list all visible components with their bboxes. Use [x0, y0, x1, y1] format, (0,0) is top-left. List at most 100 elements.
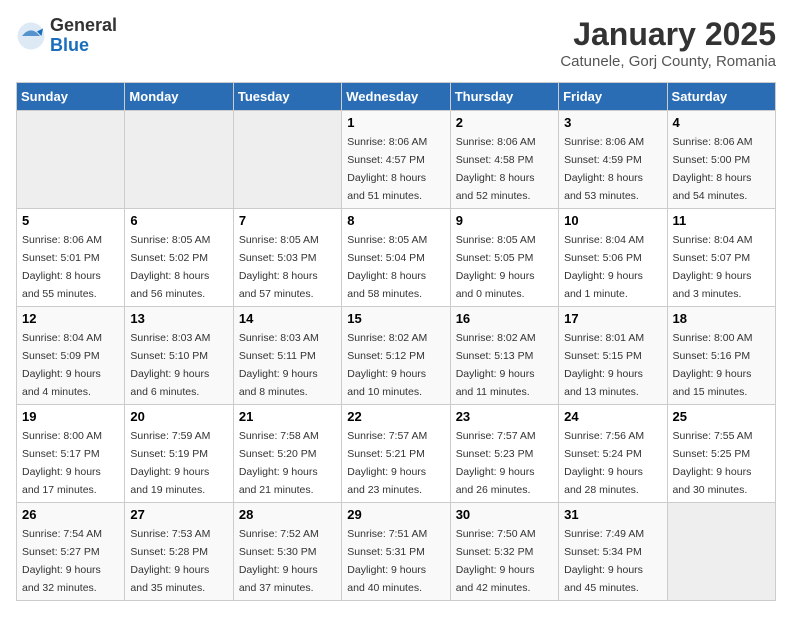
day-number: 14: [239, 311, 336, 326]
day-cell: 1 Sunrise: 8:06 AM Sunset: 4:57 PM Daylig…: [342, 111, 450, 209]
day-info: Sunrise: 8:06 AM Sunset: 5:00 PM Dayligh…: [673, 136, 753, 202]
day-cell: 29 Sunrise: 7:51 AM Sunset: 5:31 PM Dayli…: [342, 503, 450, 601]
day-info: Sunrise: 8:06 AM Sunset: 5:01 PM Dayligh…: [22, 234, 102, 300]
header-thursday: Thursday: [450, 83, 558, 111]
day-info: Sunrise: 7:54 AM Sunset: 5:27 PM Dayligh…: [22, 528, 102, 594]
calendar-header: Sunday Monday Tuesday Wednesday Thursday…: [17, 83, 776, 111]
header-tuesday: Tuesday: [233, 83, 341, 111]
day-cell: 4Sunrise: 8:06 AM Sunset: 5:00 PM Daylig…: [667, 111, 775, 209]
day-info: Sunrise: 8:03 AM Sunset: 5:10 PM Dayligh…: [130, 332, 210, 398]
day-info: Sunrise: 8:02 AM Sunset: 5:13 PM Dayligh…: [456, 332, 536, 398]
day-number: 22: [347, 409, 444, 424]
day-cell: 30 Sunrise: 7:50 AM Sunset: 5:32 PM Dayli…: [450, 503, 558, 601]
header-row: Sunday Monday Tuesday Wednesday Thursday…: [17, 83, 776, 111]
day-number: 30: [456, 507, 553, 522]
day-cell: 25 Sunrise: 7:55 AM Sunset: 5:25 PM Dayli…: [667, 405, 775, 503]
day-cell: [667, 503, 775, 601]
day-cell: 22 Sunrise: 7:57 AM Sunset: 5:21 PM Dayli…: [342, 405, 450, 503]
day-info: Sunrise: 8:06 AM Sunset: 4:58 PM Dayligh…: [456, 136, 536, 202]
day-number: 28: [239, 507, 336, 522]
week-row-3: 12 Sunrise: 8:04 AM Sunset: 5:09 PM Dayli…: [17, 307, 776, 405]
day-cell: 5 Sunrise: 8:06 AM Sunset: 5:01 PM Daylig…: [17, 209, 125, 307]
day-cell: 18 Sunrise: 8:00 AM Sunset: 5:16 PM Dayli…: [667, 307, 775, 405]
day-number: 13: [130, 311, 227, 326]
day-info: Sunrise: 7:53 AM Sunset: 5:28 PM Dayligh…: [130, 528, 210, 594]
day-number: 16: [456, 311, 553, 326]
day-info: Sunrise: 8:06 AM Sunset: 4:59 PM Dayligh…: [564, 136, 644, 202]
day-number: 1: [347, 115, 444, 130]
day-number: 17: [564, 311, 661, 326]
day-info: Sunrise: 8:05 AM Sunset: 5:03 PM Dayligh…: [239, 234, 319, 300]
day-info: Sunrise: 7:55 AM Sunset: 5:25 PM Dayligh…: [673, 430, 753, 496]
day-cell: 13 Sunrise: 8:03 AM Sunset: 5:10 PM Dayli…: [125, 307, 233, 405]
day-info: Sunrise: 8:02 AM Sunset: 5:12 PM Dayligh…: [347, 332, 427, 398]
day-cell: 27Sunrise: 7:53 AM Sunset: 5:28 PM Dayli…: [125, 503, 233, 601]
day-cell: [125, 111, 233, 209]
day-number: 20: [130, 409, 227, 424]
day-info: Sunrise: 7:49 AM Sunset: 5:34 PM Dayligh…: [564, 528, 644, 594]
day-number: 18: [673, 311, 770, 326]
day-info: Sunrise: 8:05 AM Sunset: 5:04 PM Dayligh…: [347, 234, 427, 300]
calendar-table: Sunday Monday Tuesday Wednesday Thursday…: [16, 82, 776, 601]
day-cell: 20Sunrise: 7:59 AM Sunset: 5:19 PM Dayli…: [125, 405, 233, 503]
day-cell: 6 Sunrise: 8:05 AM Sunset: 5:02 PM Daylig…: [125, 209, 233, 307]
day-info: Sunrise: 8:05 AM Sunset: 5:02 PM Dayligh…: [130, 234, 210, 300]
day-number: 6: [130, 213, 227, 228]
day-number: 26: [22, 507, 119, 522]
logo-text: General Blue: [50, 16, 117, 56]
day-number: 10: [564, 213, 661, 228]
day-cell: [17, 111, 125, 209]
day-number: 25: [673, 409, 770, 424]
day-info: Sunrise: 8:05 AM Sunset: 5:05 PM Dayligh…: [456, 234, 536, 300]
header: General Blue January 2025 Catunele, Gorj…: [16, 16, 776, 70]
week-row-4: 19Sunrise: 8:00 AM Sunset: 5:17 PM Dayli…: [17, 405, 776, 503]
calendar-body: 1 Sunrise: 8:06 AM Sunset: 4:57 PM Daylig…: [17, 111, 776, 601]
day-cell: 9 Sunrise: 8:05 AM Sunset: 5:05 PM Daylig…: [450, 209, 558, 307]
day-info: Sunrise: 7:51 AM Sunset: 5:31 PM Dayligh…: [347, 528, 427, 594]
day-info: Sunrise: 7:57 AM Sunset: 5:23 PM Dayligh…: [456, 430, 536, 496]
day-number: 3: [564, 115, 661, 130]
day-number: 31: [564, 507, 661, 522]
day-info: Sunrise: 8:06 AM Sunset: 4:57 PM Dayligh…: [347, 136, 427, 202]
day-info: Sunrise: 8:04 AM Sunset: 5:07 PM Dayligh…: [673, 234, 753, 300]
logo: General Blue: [16, 16, 117, 56]
logo-general: General: [50, 16, 117, 36]
day-number: 23: [456, 409, 553, 424]
day-number: 29: [347, 507, 444, 522]
header-monday: Monday: [125, 83, 233, 111]
day-number: 2: [456, 115, 553, 130]
day-cell: 31 Sunrise: 7:49 AM Sunset: 5:34 PM Dayli…: [559, 503, 667, 601]
day-number: 21: [239, 409, 336, 424]
day-cell: 7 Sunrise: 8:05 AM Sunset: 5:03 PM Daylig…: [233, 209, 341, 307]
day-number: 12: [22, 311, 119, 326]
day-info: Sunrise: 7:50 AM Sunset: 5:32 PM Dayligh…: [456, 528, 536, 594]
day-cell: 16 Sunrise: 8:02 AM Sunset: 5:13 PM Dayli…: [450, 307, 558, 405]
day-info: Sunrise: 8:04 AM Sunset: 5:06 PM Dayligh…: [564, 234, 644, 300]
day-number: 7: [239, 213, 336, 228]
day-info: Sunrise: 8:00 AM Sunset: 5:16 PM Dayligh…: [673, 332, 753, 398]
day-info: Sunrise: 8:01 AM Sunset: 5:15 PM Dayligh…: [564, 332, 644, 398]
day-number: 5: [22, 213, 119, 228]
day-cell: 19Sunrise: 8:00 AM Sunset: 5:17 PM Dayli…: [17, 405, 125, 503]
day-info: Sunrise: 7:56 AM Sunset: 5:24 PM Dayligh…: [564, 430, 644, 496]
day-cell: 11Sunrise: 8:04 AM Sunset: 5:07 PM Dayli…: [667, 209, 775, 307]
day-info: Sunrise: 7:52 AM Sunset: 5:30 PM Dayligh…: [239, 528, 319, 594]
day-info: Sunrise: 8:04 AM Sunset: 5:09 PM Dayligh…: [22, 332, 102, 398]
calendar-title: January 2025: [560, 16, 776, 53]
header-saturday: Saturday: [667, 83, 775, 111]
day-number: 8: [347, 213, 444, 228]
day-cell: 17 Sunrise: 8:01 AM Sunset: 5:15 PM Dayli…: [559, 307, 667, 405]
day-cell: 12 Sunrise: 8:04 AM Sunset: 5:09 PM Dayli…: [17, 307, 125, 405]
day-number: 9: [456, 213, 553, 228]
header-wednesday: Wednesday: [342, 83, 450, 111]
day-cell: 28 Sunrise: 7:52 AM Sunset: 5:30 PM Dayli…: [233, 503, 341, 601]
day-number: 24: [564, 409, 661, 424]
day-cell: 21Sunrise: 7:58 AM Sunset: 5:20 PM Dayli…: [233, 405, 341, 503]
day-cell: 24 Sunrise: 7:56 AM Sunset: 5:24 PM Dayli…: [559, 405, 667, 503]
day-info: Sunrise: 7:57 AM Sunset: 5:21 PM Dayligh…: [347, 430, 427, 496]
day-cell: 14Sunrise: 8:03 AM Sunset: 5:11 PM Dayli…: [233, 307, 341, 405]
title-area: January 2025 Catunele, Gorj County, Roma…: [560, 16, 776, 70]
logo-icon: [16, 21, 46, 51]
day-info: Sunrise: 8:00 AM Sunset: 5:17 PM Dayligh…: [22, 430, 102, 496]
calendar-subtitle: Catunele, Gorj County, Romania: [560, 53, 776, 70]
